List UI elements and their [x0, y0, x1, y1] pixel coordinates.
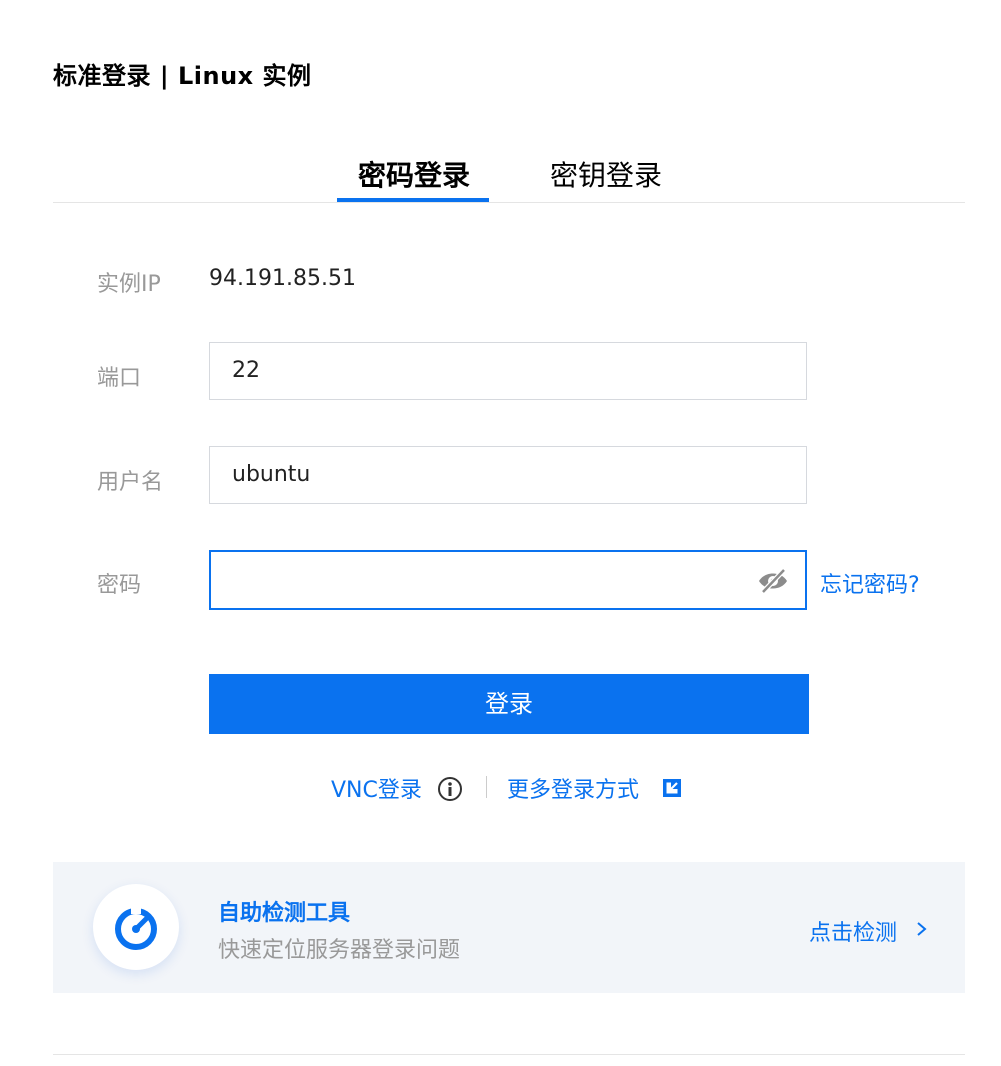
vnc-login-link[interactable]: VNC登录	[331, 772, 422, 804]
username-value: ubuntu	[232, 462, 311, 487]
eye-off-icon[interactable]	[757, 568, 789, 594]
username-input[interactable]: ubuntu	[209, 446, 807, 504]
divider	[486, 776, 487, 798]
password-input[interactable]	[209, 550, 807, 610]
tab-password-login[interactable]: 密码登录	[358, 154, 470, 194]
login-tabs: 密码登录 密钥登录	[53, 140, 965, 203]
info-icon[interactable]	[437, 776, 463, 802]
port-input[interactable]: 22	[209, 342, 807, 400]
login-button[interactable]: 登录	[209, 674, 809, 734]
tool-title: 自助检测工具	[218, 901, 351, 926]
tool-subtitle: 快速定位服务器登录问题	[218, 938, 461, 963]
password-label: 密码	[97, 573, 142, 598]
port-label: 端口	[97, 366, 142, 391]
ip-value: 94.191.85.51	[209, 266, 356, 291]
more-login-methods-link[interactable]: 更多登录方式	[507, 772, 639, 804]
run-check-link[interactable]: 点击检测	[809, 915, 897, 947]
port-value: 22	[232, 358, 260, 383]
username-label: 用户名	[97, 470, 164, 495]
page-title: 标准登录 | Linux 实例	[53, 62, 312, 90]
external-link-icon[interactable]	[662, 778, 682, 798]
alternative-login-row: VNC登录 更多登录方式	[0, 772, 1001, 804]
forgot-password-link[interactable]: 忘记密码?	[820, 567, 920, 599]
active-tab-indicator	[337, 198, 489, 202]
chevron-right-icon[interactable]	[915, 920, 929, 938]
speedometer-icon	[93, 884, 179, 970]
tab-key-login[interactable]: 密钥登录	[550, 154, 662, 194]
self-check-tool-card: 自助检测工具 快速定位服务器登录问题 点击检测	[53, 862, 965, 993]
ip-label: 实例IP	[97, 272, 161, 297]
bottom-divider	[53, 1054, 965, 1055]
